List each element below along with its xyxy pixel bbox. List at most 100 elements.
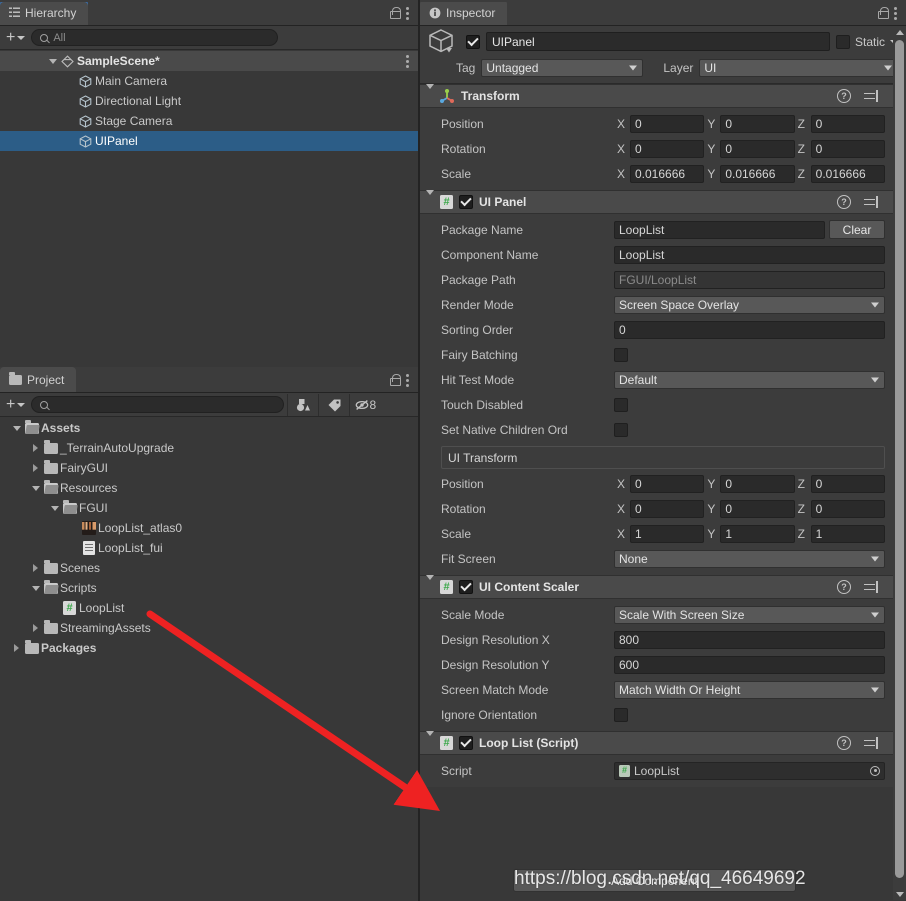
project-item-row[interactable]: Scripts: [0, 578, 418, 598]
dropdown[interactable]: None: [614, 549, 885, 568]
lock-icon[interactable]: [877, 6, 889, 19]
foldout-expanded-icon[interactable]: [426, 84, 434, 103]
dropdown[interactable]: Screen Space Overlay: [614, 295, 885, 314]
filter-by-label-button[interactable]: [318, 393, 349, 416]
hierarchy-tree[interactable]: SampleScene* Main Camera Directional Light…: [0, 51, 418, 366]
static-checkbox[interactable]: [835, 34, 850, 49]
scroll-up-arrow-icon[interactable]: [895, 30, 904, 35]
checkbox[interactable]: [614, 422, 628, 437]
object-picker-icon[interactable]: [870, 765, 880, 776]
component-header[interactable]: # UI Content Scaler?: [420, 575, 906, 599]
project-item-row[interactable]: LoopList_atlas0: [0, 518, 418, 538]
project-item-row[interactable]: FGUI: [0, 498, 418, 518]
inspector-scrollbar[interactable]: [893, 28, 906, 900]
preset-icon[interactable]: [864, 195, 878, 209]
axis-input-x[interactable]: 0: [630, 499, 705, 518]
axis-input-z[interactable]: 0: [810, 114, 885, 133]
project-item-row[interactable]: Packages: [0, 638, 418, 658]
hierarchy-search-input[interactable]: All: [31, 29, 279, 46]
axis-input-y[interactable]: 0: [720, 139, 795, 158]
foldout-expanded-icon[interactable]: [426, 575, 434, 594]
tag-dropdown[interactable]: Untagged: [481, 59, 644, 77]
hierarchy-item-row[interactable]: UIPanel: [0, 131, 418, 151]
hierarchy-add-button[interactable]: +: [2, 29, 31, 47]
hierarchy-item-row[interactable]: Stage Camera: [0, 111, 418, 131]
foldout-expanded-icon[interactable]: [48, 505, 61, 511]
axis-input-y[interactable]: 0: [720, 114, 795, 133]
lock-icon[interactable]: [389, 373, 401, 386]
help-icon[interactable]: ?: [837, 195, 851, 209]
component-enabled-checkbox[interactable]: [459, 736, 473, 750]
component-enabled-checkbox[interactable]: [459, 580, 473, 594]
help-icon[interactable]: ?: [837, 736, 851, 750]
axis-input-z[interactable]: 1: [810, 524, 885, 543]
foldout-collapsed-icon[interactable]: [29, 624, 42, 632]
foldout-collapsed-icon[interactable]: [29, 564, 42, 572]
axis-input-z[interactable]: 0: [810, 474, 885, 493]
text-input[interactable]: FGUI/LoopList: [614, 270, 885, 289]
foldout-collapsed-icon[interactable]: [29, 444, 42, 452]
hierarchy-item-row[interactable]: Directional Light: [0, 91, 418, 111]
dropdown[interactable]: Default: [614, 370, 885, 389]
gameobject-enabled-checkbox[interactable]: [466, 34, 480, 49]
project-add-button[interactable]: +: [2, 396, 31, 414]
foldout-expanded-icon[interactable]: [29, 585, 42, 591]
axis-input-x[interactable]: 0: [630, 139, 705, 158]
text-input[interactable]: 600: [614, 655, 885, 674]
lock-icon[interactable]: [389, 6, 401, 19]
text-input[interactable]: LoopList: [614, 245, 885, 264]
tab-project[interactable]: Project: [0, 367, 77, 392]
foldout-collapsed-icon[interactable]: [29, 464, 42, 472]
preset-icon[interactable]: [864, 89, 878, 103]
scroll-down-arrow-icon[interactable]: [895, 892, 904, 897]
tab-hierarchy[interactable]: Hierarchy: [0, 0, 89, 25]
help-icon[interactable]: ?: [837, 580, 851, 594]
axis-input-x[interactable]: 0: [630, 114, 705, 133]
component-header[interactable]: Transform?: [420, 84, 906, 108]
project-item-row[interactable]: LoopList_fui: [0, 538, 418, 558]
axis-input-x[interactable]: 1: [630, 524, 705, 543]
axis-input-x[interactable]: 0.016666: [630, 164, 705, 183]
hierarchy-item-row[interactable]: Main Camera: [0, 71, 418, 91]
text-input[interactable]: LoopList: [614, 220, 825, 239]
project-item-row[interactable]: Scenes: [0, 558, 418, 578]
axis-input-y[interactable]: 0: [720, 474, 795, 493]
help-icon[interactable]: ?: [837, 89, 851, 103]
filter-by-type-button[interactable]: [287, 393, 318, 416]
foldout-expanded-icon[interactable]: [426, 190, 434, 209]
project-item-row[interactable]: # LoopList: [0, 598, 418, 618]
text-input[interactable]: 800: [614, 630, 885, 649]
hidden-items-button[interactable]: 8: [349, 393, 380, 416]
component-header[interactable]: # UI Panel?: [420, 190, 906, 214]
project-tree[interactable]: Assets _TerrainAutoUpgrade FairyGUI Resourc…: [0, 418, 418, 901]
axis-input-x[interactable]: 0: [630, 474, 705, 493]
object-field[interactable]: # LoopList: [614, 761, 885, 780]
checkbox[interactable]: [614, 347, 628, 362]
project-item-row[interactable]: Resources: [0, 478, 418, 498]
kebab-menu-icon[interactable]: [894, 6, 898, 20]
axis-input-z[interactable]: 0.016666: [810, 164, 885, 183]
kebab-menu-icon[interactable]: [406, 373, 410, 387]
project-search-input[interactable]: [31, 396, 285, 413]
project-item-row[interactable]: FairyGUI: [0, 458, 418, 478]
layer-dropdown[interactable]: UI: [699, 59, 898, 77]
foldout-expanded-icon[interactable]: [10, 425, 23, 431]
clear-button[interactable]: Clear: [829, 220, 885, 239]
checkbox[interactable]: [614, 397, 628, 412]
project-item-row[interactable]: _TerrainAutoUpgrade: [0, 438, 418, 458]
axis-input-y[interactable]: 0: [720, 499, 795, 518]
dropdown[interactable]: Match Width Or Height: [614, 680, 885, 699]
axis-input-z[interactable]: 0: [810, 139, 885, 158]
preset-icon[interactable]: [864, 580, 878, 594]
foldout-expanded-icon[interactable]: [426, 731, 434, 750]
project-item-row[interactable]: StreamingAssets: [0, 618, 418, 638]
tab-inspector[interactable]: Inspector: [420, 0, 508, 25]
kebab-menu-icon[interactable]: [406, 6, 410, 20]
scrollbar-thumb[interactable]: [895, 40, 904, 878]
component-header[interactable]: # Loop List (Script)?: [420, 731, 906, 755]
preset-icon[interactable]: [864, 736, 878, 750]
scene-kebab-menu-icon[interactable]: [406, 54, 410, 68]
foldout-expanded-icon[interactable]: [46, 58, 59, 64]
axis-input-z[interactable]: 0: [810, 499, 885, 518]
gameobject-name-field[interactable]: UIPanel: [486, 32, 830, 51]
